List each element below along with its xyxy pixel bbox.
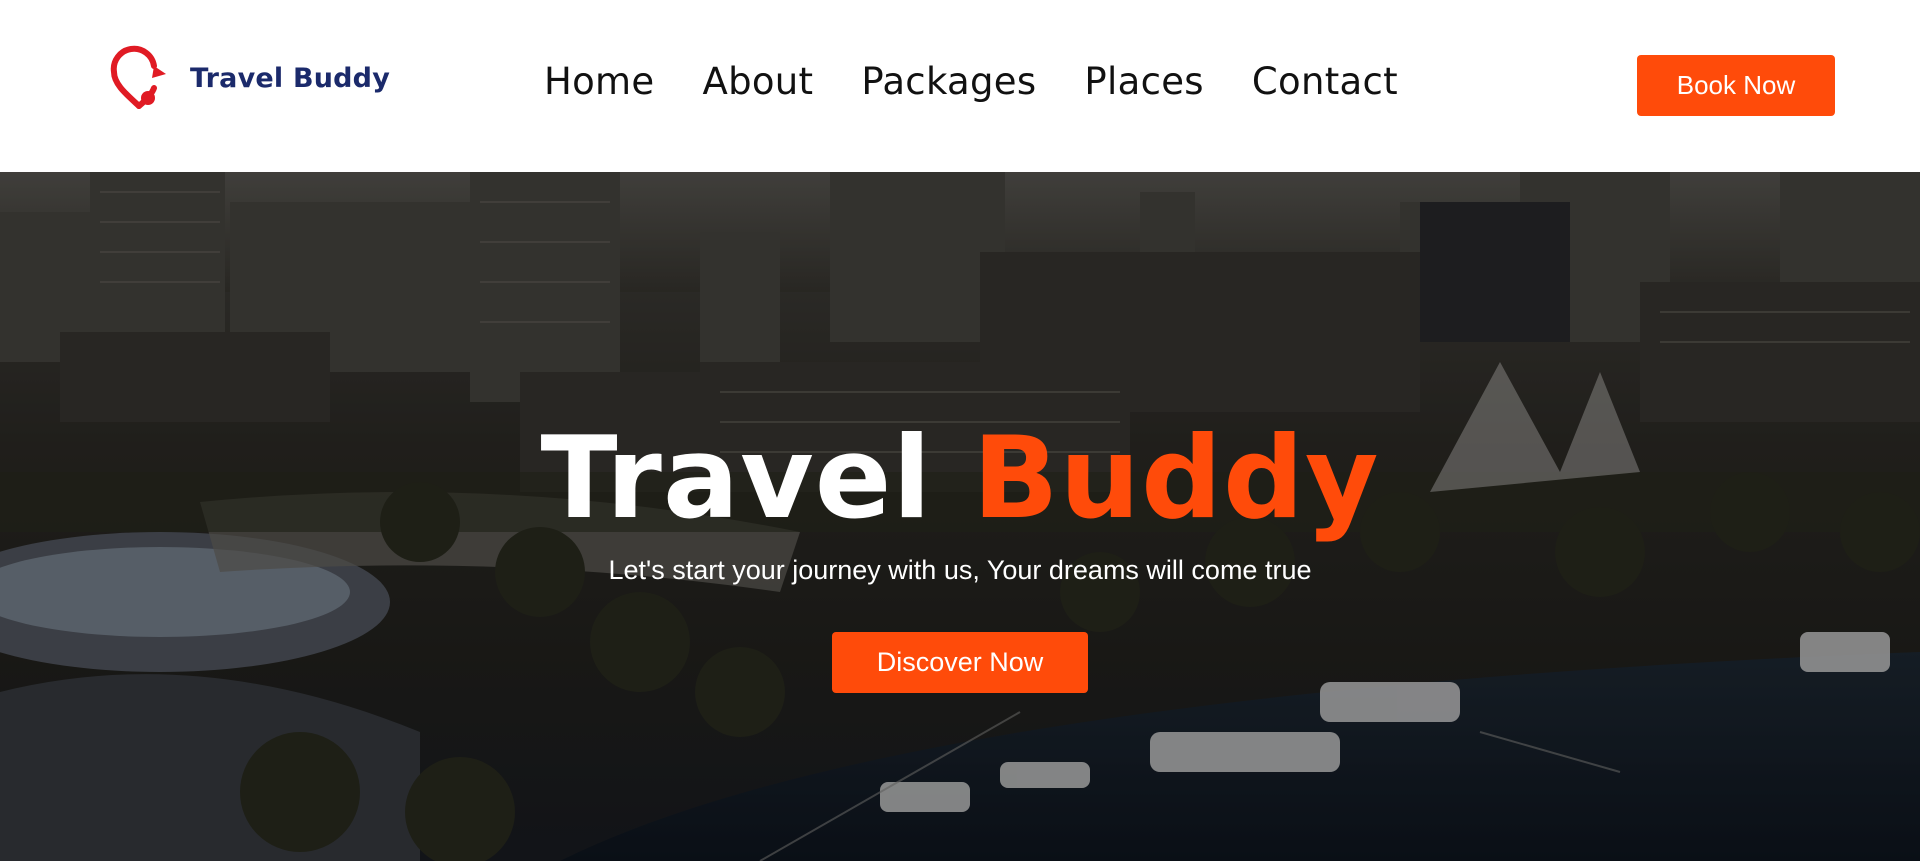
hero-title-accent: Buddy — [972, 412, 1380, 544]
brand-logo[interactable]: Travel Buddy — [104, 44, 390, 120]
map-pin-logo-icon — [110, 45, 166, 109]
nav-link-about[interactable]: About — [702, 60, 813, 103]
nav-link-contact[interactable]: Contact — [1252, 60, 1398, 103]
hero-title: Travel Buddy — [0, 422, 1920, 535]
hero-subtitle: Let's start your journey with us, Your d… — [608, 555, 1312, 585]
top-navbar: Travel Buddy Home About Packages Places … — [0, 0, 1920, 172]
main-nav: Home About Packages Places Contact — [544, 60, 1398, 103]
hero-content: Travel Buddy Let's start your journey wi… — [0, 422, 1920, 693]
nav-link-home[interactable]: Home — [544, 60, 654, 103]
nav-link-places[interactable]: Places — [1084, 60, 1203, 103]
brand-name: Travel Buddy — [190, 62, 391, 94]
nav-link-packages[interactable]: Packages — [861, 60, 1036, 103]
hero-title-white: Travel — [540, 412, 933, 544]
hero-section: Travel Buddy Let's start your journey wi… — [0, 172, 1920, 861]
discover-now-button[interactable]: Discover Now — [832, 632, 1088, 693]
book-now-button[interactable]: Book Now — [1637, 55, 1835, 116]
